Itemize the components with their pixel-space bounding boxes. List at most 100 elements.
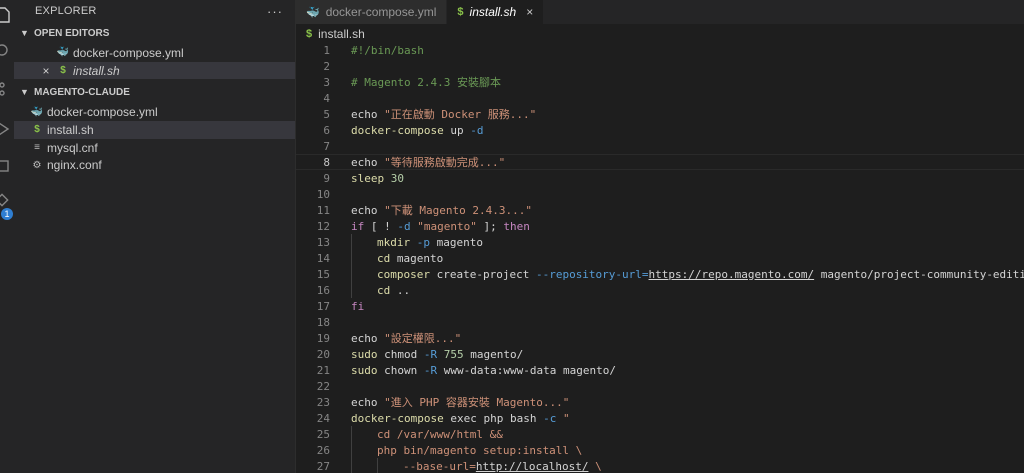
code-line[interactable]: 27 --base-url=http://localhost/ \ — [296, 458, 1024, 473]
file-item-nginx-conf[interactable]: ⚙ nginx.conf — [14, 156, 295, 174]
open-editor-item-install-sh[interactable]: × $ install.sh — [14, 61, 295, 80]
code-line[interactable]: 17 fi — [296, 298, 1024, 314]
breadcrumb-file: install.sh — [318, 27, 365, 41]
code-line[interactable]: 5 echo "正在啟動 Docker 服務..." — [296, 106, 1024, 122]
lines-icon: ≡ — [34, 142, 40, 154]
remote-explorer-icon[interactable] — [0, 158, 12, 176]
code-token: php bin/magento setup:install \ — [377, 443, 583, 457]
code-line[interactable]: 25 cd /var/www/html && — [296, 426, 1024, 442]
files-icon[interactable] — [0, 6, 12, 24]
code-line[interactable]: 8 echo "等待服務啟動完成..." — [296, 154, 1024, 170]
run-debug-icon[interactable] — [0, 120, 12, 138]
indent-guide — [351, 234, 352, 250]
code-line[interactable]: 24 docker-compose exec php bash -c " — [296, 410, 1024, 426]
code-token: sudo — [351, 363, 378, 377]
notification-badge: 1 — [1, 208, 13, 220]
code-line[interactable]: 23 echo "進入 PHP 容器安裝 Magento..." — [296, 394, 1024, 410]
code-line[interactable]: 1 #!/bin/bash — [296, 42, 1024, 58]
close-icon[interactable]: × — [40, 64, 52, 78]
code-line[interactable]: 4 — [296, 90, 1024, 106]
code-line[interactable]: 6 docker-compose up -d — [296, 122, 1024, 138]
code-token: -p — [416, 235, 430, 249]
file-label: mysql.cnf — [47, 140, 98, 155]
code-line[interactable]: 9 sleep 30 — [296, 170, 1024, 186]
code-line[interactable]: 11 echo "下載 Magento 2.4.3..." — [296, 202, 1024, 218]
code-line[interactable]: 16 cd .. — [296, 282, 1024, 298]
code-token: mkdir — [377, 235, 411, 249]
file-label: docker-compose.yml — [47, 105, 158, 120]
breadcrumb[interactable]: $ install.sh — [296, 24, 1024, 44]
code-text: sleep 30 — [351, 172, 404, 185]
code-line[interactable]: 10 — [296, 186, 1024, 202]
file-item-docker-compose[interactable]: 🐳 docker-compose.yml — [14, 103, 295, 121]
shell-dollar-icon: $ — [60, 65, 66, 77]
line-number: 22 — [316, 379, 330, 393]
code-token: 755 — [443, 347, 464, 361]
file-item-mysql-cnf[interactable]: ≡ mysql.cnf — [14, 139, 295, 157]
close-icon[interactable]: × — [526, 5, 533, 19]
code-text: # Magento 2.4.3 安裝腳本 — [351, 74, 501, 90]
code-token: magento/ — [470, 347, 524, 361]
code-line[interactable]: 3 # Magento 2.4.3 安裝腳本 — [296, 74, 1024, 90]
code-text: docker-compose exec php bash -c " — [351, 412, 570, 425]
code-token: magento/project-community-edition:2.4 — [820, 267, 1024, 281]
workspace-label: MAGENTO-CLAUDE — [34, 86, 130, 98]
code-line[interactable]: 18 — [296, 314, 1024, 330]
code-text: if [ ! -d "magento" ]; then — [351, 220, 530, 233]
code-token: chmod — [384, 347, 418, 361]
line-number: 14 — [316, 251, 330, 265]
indent-guide — [377, 458, 378, 473]
code-line[interactable]: 21 sudo chown -R www-data:www-data magent… — [296, 362, 1024, 378]
more-actions-icon[interactable]: ··· — [267, 4, 283, 19]
workspace-section[interactable]: ▼ MAGENTO-CLAUDE — [14, 81, 295, 103]
code-line[interactable]: 7 — [296, 138, 1024, 154]
open-editors-section[interactable]: ▼ OPEN EDITORS — [14, 22, 295, 44]
open-editor-item-docker-compose[interactable]: 🐳 docker-compose.yml — [14, 44, 295, 62]
tab-docker-compose[interactable]: 🐳 docker-compose.yml — [296, 0, 448, 24]
code-token: magento — [436, 235, 483, 249]
code-line[interactable]: 2 — [296, 58, 1024, 74]
line-number: 1 — [323, 43, 330, 57]
line-number: 2 — [323, 59, 330, 73]
code-text: docker-compose up -d — [351, 124, 483, 137]
file-item-install-sh[interactable]: $ install.sh — [14, 121, 295, 139]
code-line[interactable]: 20 sudo chmod -R 755 magento/ — [296, 346, 1024, 362]
line-number: 5 — [323, 107, 330, 121]
code-line[interactable]: 12 if [ ! -d "magento" ]; then — [296, 218, 1024, 234]
code-line[interactable]: 26 php bin/magento setup:install \ — [296, 442, 1024, 458]
search-icon[interactable] — [0, 42, 12, 60]
line-number: 27 — [316, 459, 330, 473]
code-text: cd magento — [377, 252, 443, 265]
line-number: 8 — [323, 155, 330, 169]
code-token: php — [483, 411, 504, 425]
code-token: fi — [351, 299, 365, 313]
editor-tabs: 🐳 docker-compose.yml $ install.sh × — [296, 0, 1024, 24]
indent-guide — [351, 250, 352, 266]
code-text: cd .. — [377, 284, 410, 297]
code-editor[interactable]: 1 #!/bin/bash 2 3 # Magento 2.4.3 安裝腳本 4 5 echo… — [296, 42, 1024, 473]
code-token: "等待服務啟動完成..." — [384, 156, 506, 169]
tab-install-sh[interactable]: $ install.sh × — [447, 0, 545, 24]
code-text: mkdir -p magento — [377, 236, 483, 249]
source-control-icon[interactable] — [0, 80, 12, 98]
code-token: magento/ — [562, 363, 616, 377]
code-token: echo — [351, 332, 385, 345]
code-line[interactable]: 13 mkdir -p magento — [296, 234, 1024, 250]
open-editor-label: install.sh — [73, 63, 120, 78]
code-token: ]; — [476, 219, 504, 233]
code-line[interactable]: 19 echo "設定權限..." — [296, 330, 1024, 346]
code-token: " — [562, 411, 570, 425]
code-line[interactable]: 22 — [296, 378, 1024, 394]
code-token: create-project — [436, 267, 530, 281]
code-line[interactable]: 15 composer create-project --repository-u… — [296, 266, 1024, 282]
docker-whale-icon: 🐳 — [30, 106, 44, 118]
code-token: docker-compose — [351, 123, 444, 137]
line-number: 3 — [323, 75, 330, 89]
code-line[interactable]: 14 cd magento — [296, 250, 1024, 266]
code-token: echo — [351, 396, 385, 409]
line-number: 19 — [316, 331, 330, 345]
